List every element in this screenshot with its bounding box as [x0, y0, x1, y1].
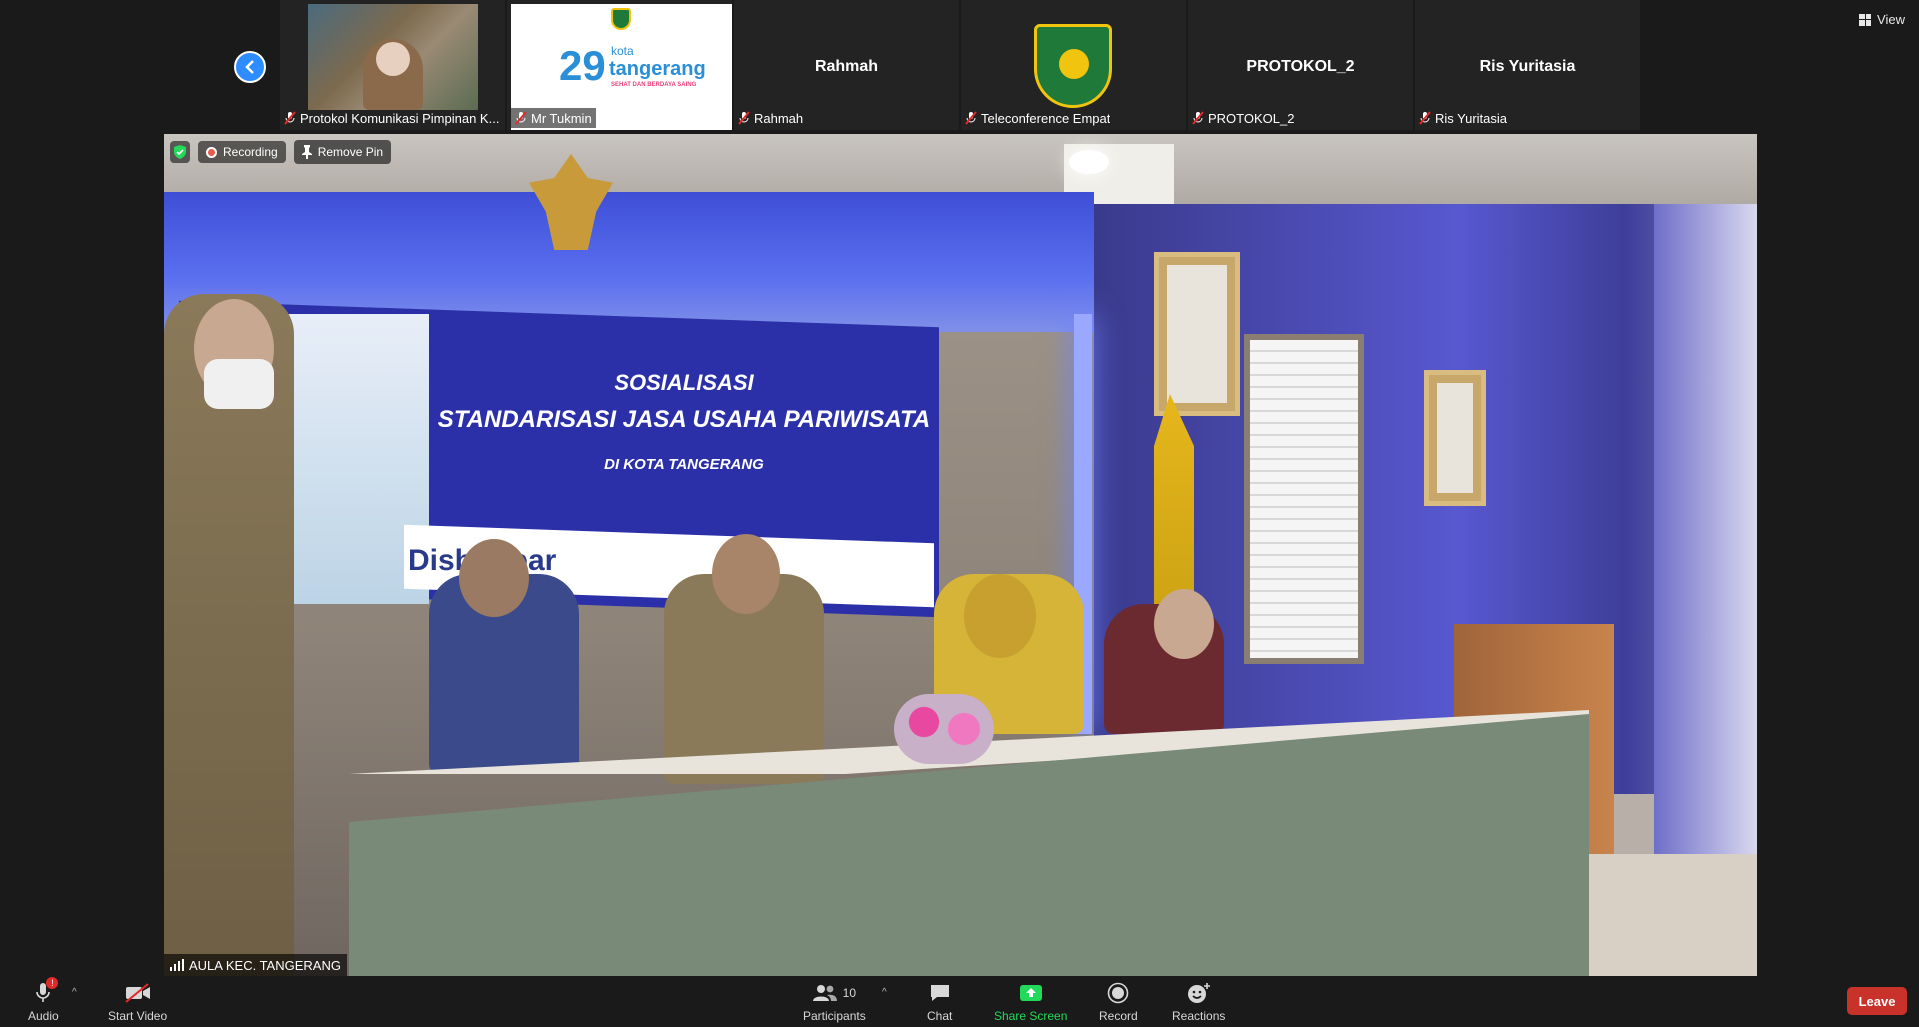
grid-view-icon — [1859, 13, 1872, 26]
participant-name: Teleconference Empat — [981, 110, 1111, 126]
speaker-name-tag: AULA KEC. TANGERANG — [164, 954, 347, 976]
chat-label: Chat — [927, 1009, 953, 1023]
audio-label: Audio — [28, 1009, 59, 1023]
record-button[interactable]: Record — [1099, 981, 1138, 1023]
mic-muted-icon — [1419, 111, 1431, 125]
brand-sub-text: SEHAT DAN BERDAYA SAING — [611, 82, 697, 88]
participant-video — [308, 4, 478, 110]
record-icon — [1108, 982, 1129, 1004]
previous-page-button[interactable] — [234, 51, 266, 83]
encryption-shield-icon[interactable] — [170, 141, 190, 163]
participant-label: Mr Tukmin — [511, 108, 596, 128]
recording-indicator[interactable]: Recording — [198, 141, 286, 163]
mic-muted-icon — [515, 111, 527, 125]
remove-pin-button[interactable]: Remove Pin — [293, 140, 392, 164]
mic-muted-icon — [738, 111, 750, 125]
participant-label: Protokol Komunikasi Pimpinan K... — [284, 108, 499, 128]
pin-icon — [301, 145, 312, 159]
audio-button[interactable]: ! Audio — [28, 977, 59, 1023]
share-screen-label: Share Screen — [994, 1009, 1068, 1023]
participant-tile[interactable]: Ris Yuritasia Ris Yuritasia — [1415, 0, 1640, 130]
brand-small-text: kota — [611, 44, 634, 58]
recording-dot-icon — [206, 146, 217, 158]
participants-count: 10 — [842, 986, 857, 1000]
participants-icon — [812, 985, 837, 1001]
start-video-button[interactable]: Start Video — [108, 981, 167, 1023]
participants-label: Participants — [803, 1009, 866, 1023]
share-screen-button[interactable]: Share Screen — [994, 981, 1067, 1023]
participant-name: Mr Tukmin — [531, 110, 592, 126]
participant-label: Ris Yuritasia — [1419, 108, 1507, 128]
participant-strip: Protokol Komunikasi Pimpinan K... 29 kot… — [280, 0, 1640, 130]
speaker-name: AULA KEC. TANGERANG — [189, 957, 341, 973]
meeting-room-scene: SOSIALISASI STANDARISASI JASA USAHA PARI… — [164, 134, 1757, 976]
record-label: Record — [1099, 1009, 1138, 1023]
participant-display-name: Rahmah — [814, 58, 879, 75]
brand-main-text: tangerang — [609, 58, 706, 80]
mic-muted-icon — [284, 111, 296, 125]
zoom-meeting-window: View Protokol Komunikasi Pimpinan K... 2… — [0, 0, 1919, 1027]
participant-label: Rahmah — [738, 108, 803, 128]
participants-button[interactable]: 10 Participants — [803, 981, 866, 1023]
portrait-frame — [1154, 252, 1240, 416]
city-emblem-icon — [611, 8, 631, 30]
participant-display-name: Ris Yuritasia — [1479, 58, 1576, 75]
view-label: View — [1877, 12, 1905, 27]
participant-tile[interactable]: Rahmah Rahmah — [734, 0, 959, 130]
participant-name: Ris Yuritasia — [1435, 110, 1508, 126]
reactions-icon — [1187, 983, 1210, 1003]
participant-tile[interactable]: PROTOKOL_2 PROTOKOL_2 — [1188, 0, 1413, 130]
meeting-toolbar: ! Audio ^ Start Video 10 Participants ^ … — [0, 977, 1919, 1027]
participant-tile[interactable]: Teleconference Empat — [961, 0, 1186, 130]
mic-muted-icon — [965, 111, 977, 125]
flower-arrangement — [894, 694, 994, 764]
participant-label: PROTOKOL_2 — [1192, 108, 1294, 128]
reactions-button[interactable]: Reactions — [1172, 981, 1225, 1023]
participant-display-name: PROTOKOL_2 — [1246, 58, 1355, 75]
participant-name: Protokol Komunikasi Pimpinan K... — [300, 110, 500, 126]
participant-tile[interactable]: 29 kota tangerang SEHAT DAN BERDAYA SAIN… — [507, 0, 732, 130]
portrait-frame — [1424, 370, 1486, 506]
participant-name: Rahmah — [754, 110, 804, 126]
recording-label: Recording — [223, 145, 278, 159]
video-status-bar: Recording Remove Pin — [170, 140, 392, 164]
participants-options-caret[interactable]: ^ — [882, 987, 887, 998]
chat-icon — [930, 985, 949, 1001]
chat-button[interactable]: Chat — [927, 981, 952, 1023]
chevron-left-icon — [245, 60, 254, 74]
pinned-video[interactable]: SOSIALISASI STANDARISASI JASA USAHA PARI… — [164, 134, 1757, 976]
video-off-icon — [124, 983, 150, 1003]
view-button[interactable]: View — [1859, 12, 1905, 27]
signal-strength-icon — [170, 959, 184, 971]
leave-button[interactable]: Leave — [1847, 987, 1907, 1015]
share-screen-icon — [1019, 985, 1042, 1001]
video-label: Start Video — [108, 1009, 168, 1023]
participant-tile[interactable]: Protokol Komunikasi Pimpinan K... — [280, 0, 505, 130]
reactions-label: Reactions — [1172, 1009, 1226, 1023]
banner-subtitle: STANDARISASI JASA USAHA PARIWISATA — [437, 406, 931, 433]
kota-tangerang-logo-icon — [1034, 24, 1112, 108]
remove-pin-label: Remove Pin — [317, 145, 384, 159]
banner-title: SOSIALISASI — [614, 370, 754, 395]
audio-options-caret[interactable]: ^ — [72, 987, 77, 998]
mic-muted-icon — [1192, 111, 1204, 125]
banner-location: DI KOTA TANGERANG — [604, 456, 764, 473]
participant-name: PROTOKOL_2 — [1208, 110, 1295, 126]
participant-label: Teleconference Empat — [965, 108, 1110, 128]
audio-warning-badge: ! — [46, 977, 59, 989]
